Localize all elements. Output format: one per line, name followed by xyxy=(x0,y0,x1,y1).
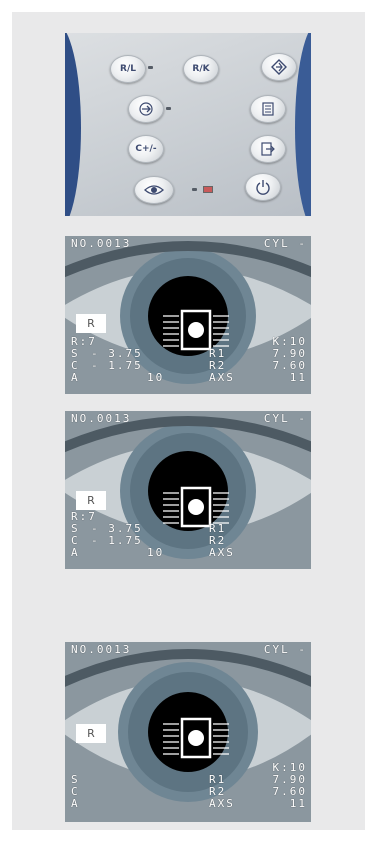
sphere-label: S xyxy=(71,522,80,535)
cylinder-label: C xyxy=(71,534,80,547)
arrow-right-icon xyxy=(139,102,153,116)
kerato-measure-count: K:10 xyxy=(272,761,307,774)
cylinder-mode: CYL - xyxy=(263,237,307,250)
sphere-value: - 3.75 xyxy=(91,522,143,535)
r2-value: 7.60 xyxy=(272,359,307,372)
kerato-axis-label: AXS xyxy=(209,371,235,384)
document-export-icon xyxy=(261,142,275,156)
sphere-value: - 3.75 xyxy=(91,347,143,360)
eye-side-badge: R xyxy=(76,314,106,333)
axis-label: A xyxy=(71,371,80,384)
eye-side-badge: R xyxy=(76,491,106,510)
r2-label: R2 xyxy=(209,785,227,798)
eye-button[interactable] xyxy=(134,176,174,204)
cylinder-value: - 1.75 xyxy=(91,534,143,547)
r1-value: 7.90 xyxy=(272,773,307,786)
document-list-icon xyxy=(262,102,274,116)
eye-icon xyxy=(144,185,164,195)
ref-measure-count: R:7 xyxy=(71,335,97,348)
monitor-screen-2: NO.0013 CYL - R R:7 S - 3.75 R1 C - 1.75… xyxy=(65,411,311,569)
kerato-measure-count: K:10 xyxy=(272,335,307,348)
cylinder-sign-button[interactable]: C+/- xyxy=(128,135,164,163)
status-led xyxy=(203,186,213,193)
axis-value: 10 xyxy=(147,546,165,559)
record-number: NO.0013 xyxy=(71,643,132,656)
axis-label: A xyxy=(71,797,80,810)
r2-label: R2 xyxy=(209,359,227,372)
indicator-dot xyxy=(192,188,197,191)
start-button[interactable] xyxy=(261,53,297,81)
rl-button-label: R/L xyxy=(120,64,136,74)
r1-label: R1 xyxy=(209,522,227,535)
axis-label: A xyxy=(71,546,80,559)
indicator-dot xyxy=(148,66,153,69)
kerato-axis-label: AXS xyxy=(209,797,235,810)
export-button[interactable] xyxy=(250,135,286,163)
axis-value: 10 xyxy=(147,371,165,384)
panel-edge-left xyxy=(65,33,81,216)
ref-measure-count: R:7 xyxy=(71,510,97,523)
rk-button[interactable]: R/K xyxy=(183,55,219,83)
monitor-screen-1: NO.0013 CYL - R R:7 K:10 S - 3.75 R1 7.9… xyxy=(65,236,311,394)
cylinder-label: C xyxy=(71,359,80,372)
r1-label: R1 xyxy=(209,347,227,360)
diamond-arrow-icon xyxy=(271,59,287,75)
figure-sheet: R/L R/K C+/- NO.0013 CYL - R R:7 K:10 S … xyxy=(12,12,365,830)
record-number: NO.0013 xyxy=(71,412,132,425)
power-button[interactable] xyxy=(245,173,281,201)
alignment-target-icon xyxy=(163,717,229,759)
r2-label: R2 xyxy=(209,534,227,547)
kerato-axis-label: AXS xyxy=(209,546,235,559)
cylinder-label: C xyxy=(71,785,80,798)
indicator-dot xyxy=(166,107,171,110)
panel-edge-right xyxy=(295,33,311,216)
next-button[interactable] xyxy=(128,95,164,123)
rl-button[interactable]: R/L xyxy=(110,55,146,83)
print-button[interactable] xyxy=(250,95,286,123)
record-number: NO.0013 xyxy=(71,237,132,250)
control-panel: R/L R/K C+/- xyxy=(65,33,311,216)
monitor-screen-3: NO.0013 CYL - R K:10 S R1 7.90 C R2 7.60… xyxy=(65,642,311,822)
cylinder-value: - 1.75 xyxy=(91,359,143,372)
kerato-axis-value: 11 xyxy=(289,797,307,810)
cylinder-mode: CYL - xyxy=(263,412,307,425)
cyl-sign-label: C+/- xyxy=(135,144,157,154)
eye-side-badge: R xyxy=(76,724,106,743)
r2-value: 7.60 xyxy=(272,785,307,798)
r1-label: R1 xyxy=(209,773,227,786)
cylinder-mode: CYL - xyxy=(263,643,307,656)
sphere-label: S xyxy=(71,773,80,786)
rk-button-label: R/K xyxy=(192,64,210,74)
kerato-axis-value: 11 xyxy=(289,371,307,384)
r1-value: 7.90 xyxy=(272,347,307,360)
power-icon xyxy=(256,180,270,195)
sphere-label: S xyxy=(71,347,80,360)
